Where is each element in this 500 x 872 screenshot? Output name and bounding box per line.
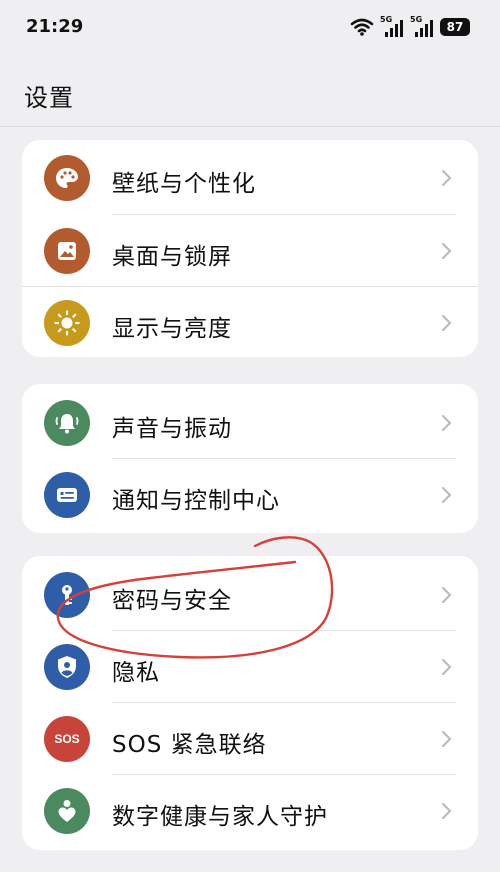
chevron-right-icon xyxy=(442,170,451,186)
key-icon xyxy=(44,572,90,618)
chevron-right-icon xyxy=(442,415,451,431)
settings-item-label: 显示与亮度 xyxy=(112,316,232,342)
sun-icon xyxy=(44,300,90,346)
settings-item-label: 通知与控制中心 xyxy=(112,488,280,514)
page-title: 设置 xyxy=(24,84,74,112)
status-bar: 21:29 5G 5G 87 xyxy=(0,0,500,56)
chevron-right-icon xyxy=(442,243,451,259)
status-time: 21:29 xyxy=(26,16,84,37)
settings-item-display-brightness[interactable]: 显示与亮度 xyxy=(22,287,478,357)
signal-icon: 5G xyxy=(380,16,404,37)
settings-item-label: SOS 紧急联络 xyxy=(112,732,267,758)
sos-icon-text: SOS xyxy=(54,732,80,746)
settings-item-notification-control[interactable]: 通知与控制中心 xyxy=(22,459,478,531)
settings-item-label: 壁纸与个性化 xyxy=(112,171,256,197)
settings-item-privacy[interactable]: 隐私 xyxy=(22,631,478,703)
battery-indicator: 87 xyxy=(440,18,470,36)
settings-item-label: 桌面与锁屏 xyxy=(112,244,232,270)
notification-icon xyxy=(44,472,90,518)
picture-icon xyxy=(44,228,90,274)
chevron-right-icon xyxy=(442,659,451,675)
settings-item-label: 数字健康与家人守护 xyxy=(112,804,328,830)
bell-icon xyxy=(44,400,90,446)
person-heart-icon xyxy=(44,788,90,834)
page-header: 设置 xyxy=(0,56,500,127)
settings-item-sos[interactable]: SOS SOS 紧急联络 xyxy=(22,703,478,775)
settings-item-sound-vibration[interactable]: 声音与振动 xyxy=(22,387,478,459)
settings-item-label: 隐私 xyxy=(112,660,160,686)
settings-group: 密码与安全 隐私 SOS SOS 紧急联络 数字健康与家人守护 xyxy=(22,556,478,850)
settings-group: 声音与振动 通知与控制中心 xyxy=(22,384,478,533)
settings-item-password-security[interactable]: 密码与安全 xyxy=(22,559,478,631)
settings-item-desktop-lockscreen[interactable]: 桌面与锁屏 xyxy=(22,215,478,287)
settings-item-wallpaper[interactable]: 壁纸与个性化 xyxy=(22,142,478,214)
shield-icon xyxy=(44,644,90,690)
status-icons: 5G 5G 87 xyxy=(350,16,470,38)
settings-item-label: 密码与安全 xyxy=(112,588,232,614)
chevron-right-icon xyxy=(442,315,451,331)
chevron-right-icon xyxy=(442,803,451,819)
palette-icon xyxy=(44,155,90,201)
wifi-icon xyxy=(350,18,374,36)
settings-item-digital-wellbeing[interactable]: 数字健康与家人守护 xyxy=(22,775,478,847)
chevron-right-icon xyxy=(442,487,451,503)
chevron-right-icon xyxy=(442,731,451,747)
sos-icon: SOS xyxy=(44,716,90,762)
signal-icon: 5G xyxy=(410,16,434,37)
chevron-right-icon xyxy=(442,587,451,603)
settings-item-label: 声音与振动 xyxy=(112,416,232,442)
settings-group: 壁纸与个性化 桌面与锁屏 显示与亮度 xyxy=(22,140,478,357)
